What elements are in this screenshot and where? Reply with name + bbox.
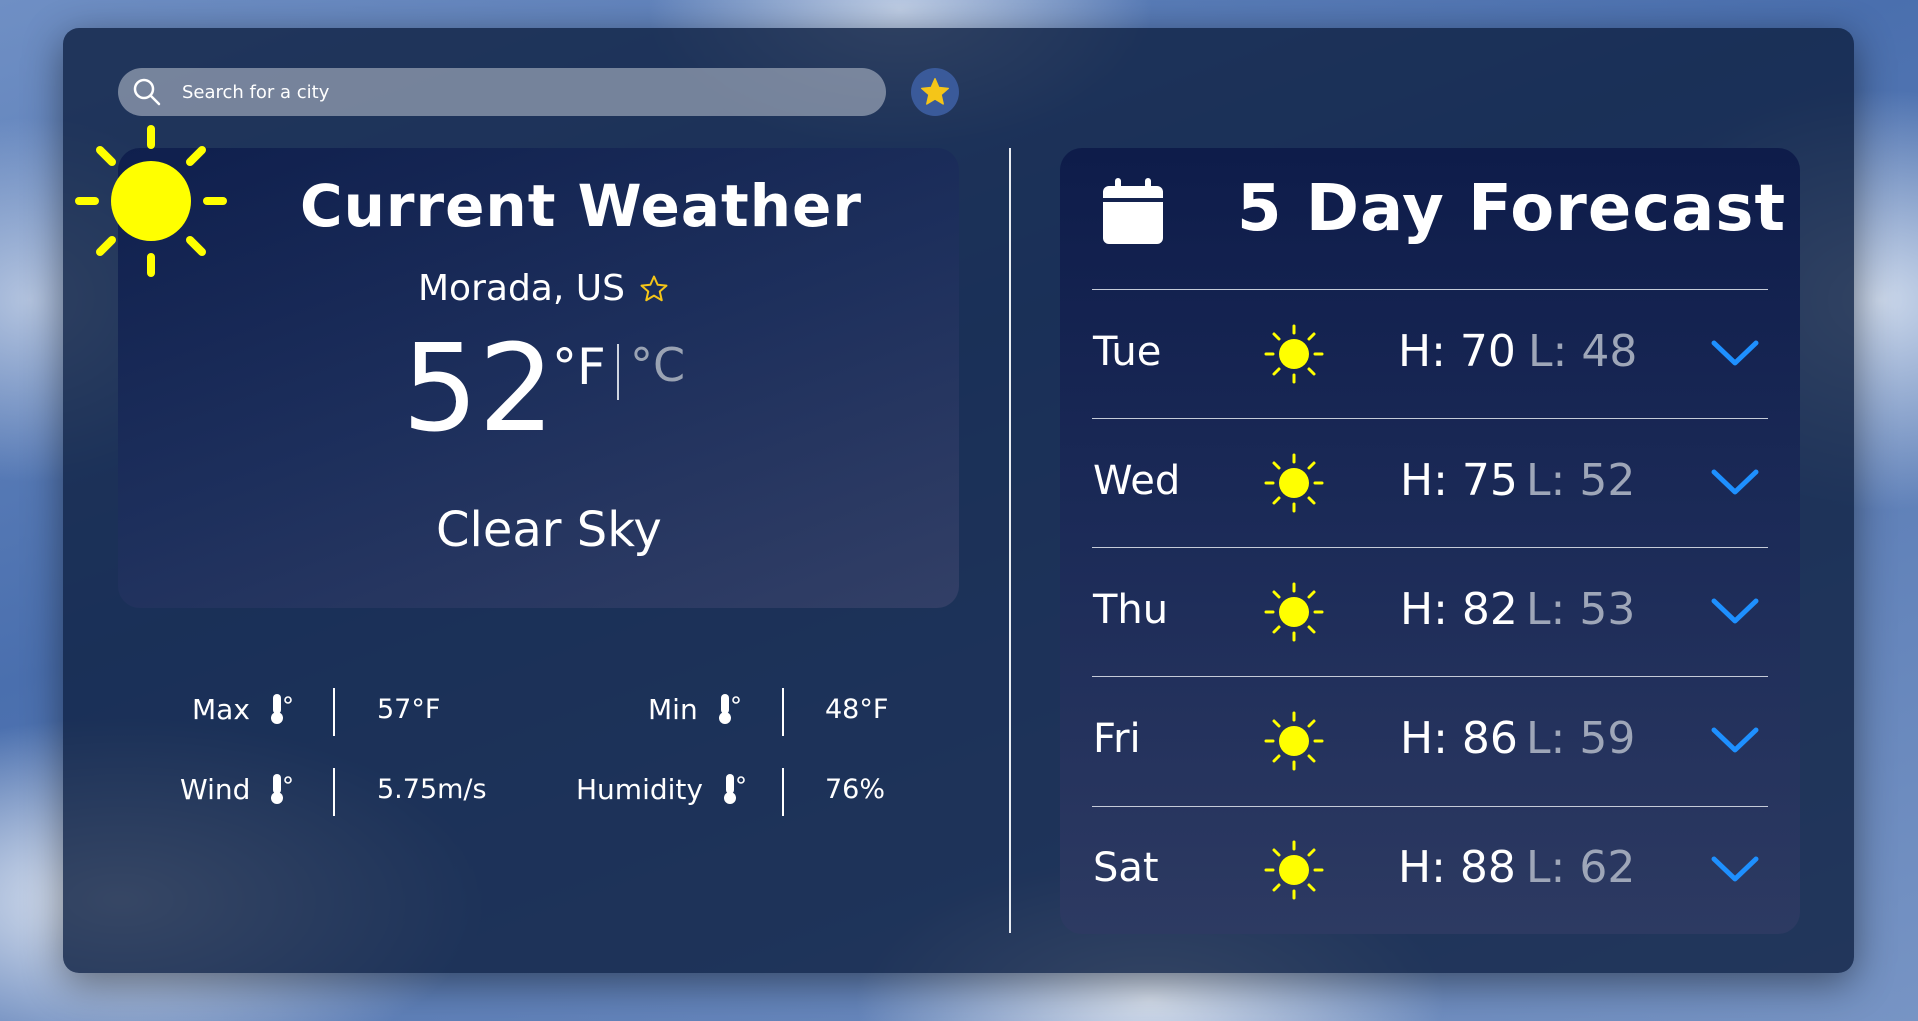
forecast-high: H: 86 — [1400, 713, 1518, 764]
search-bar[interactable] — [118, 67, 886, 117]
forecast-low: L: 59 — [1526, 713, 1636, 764]
sun-icon — [1264, 711, 1324, 771]
forecast-day: Wed — [1093, 458, 1181, 504]
stat-wind-label: Wind — [180, 772, 294, 806]
row-divider — [1092, 289, 1768, 290]
stat-min-text: Min — [648, 692, 698, 726]
forecast-day: Thu — [1093, 587, 1169, 633]
stat-humidity-label: Humidity — [576, 772, 747, 806]
forecast-day: Sat — [1093, 845, 1159, 891]
row-divider — [1092, 547, 1768, 548]
sun-icon — [1264, 840, 1324, 900]
stat-separator — [333, 688, 335, 736]
stat-separator — [333, 768, 335, 816]
chevron-down-icon[interactable] — [1710, 724, 1760, 754]
forecast-low: L: 52 — [1526, 455, 1636, 506]
forecast-low: L: 48 — [1528, 326, 1638, 377]
weather-description: Clear Sky — [436, 502, 662, 558]
vertical-divider — [1009, 148, 1011, 933]
stat-min-label: Min — [648, 692, 742, 726]
search-input[interactable] — [180, 67, 886, 117]
row-divider — [1092, 676, 1768, 677]
star-outline-icon[interactable] — [639, 274, 669, 304]
forecast-high: H: 70 — [1398, 326, 1516, 377]
stat-max-label: Max — [192, 692, 294, 726]
current-weather-title: Current Weather — [300, 172, 862, 240]
stat-max-text: Max — [192, 692, 250, 726]
forecast-title: 5 Day Forecast — [1237, 172, 1787, 246]
stat-humidity-text: Humidity — [576, 772, 703, 806]
forecast-low: L: 53 — [1526, 584, 1636, 635]
stat-wind-value: 5.75m/s — [377, 774, 487, 805]
stat-min-value: 48°F — [825, 694, 889, 725]
stat-max-value: 57°F — [377, 694, 441, 725]
sun-icon — [1264, 582, 1324, 642]
forecast-day: Fri — [1093, 716, 1141, 762]
forecast-high: H: 82 — [1400, 584, 1518, 635]
stat-separator — [782, 768, 784, 816]
forecast-day: Tue — [1093, 329, 1162, 375]
forecast-card — [1060, 148, 1800, 934]
row-divider — [1092, 418, 1768, 419]
sun-icon — [1264, 324, 1324, 384]
calendar-icon — [1103, 178, 1163, 244]
sun-icon — [1264, 453, 1324, 513]
thermometer-icon — [271, 774, 293, 804]
stat-humidity-value: 76% — [825, 774, 886, 805]
forecast-high: H: 75 — [1400, 455, 1518, 506]
forecast-high: H: 88 — [1398, 842, 1516, 893]
thermometer-icon — [723, 774, 745, 804]
chevron-down-icon[interactable] — [1710, 466, 1760, 496]
chevron-down-icon[interactable] — [1710, 595, 1760, 625]
forecast-low: L: 62 — [1526, 842, 1636, 893]
chevron-down-icon[interactable] — [1710, 853, 1760, 883]
chevron-down-icon[interactable] — [1710, 337, 1760, 367]
unit-separator — [617, 344, 619, 400]
favorites-button[interactable] — [911, 68, 959, 116]
thermometer-icon — [718, 694, 740, 724]
sun-icon — [75, 125, 227, 277]
unit-fahrenheit-toggle[interactable]: °F — [552, 338, 606, 396]
star-icon — [921, 78, 949, 105]
thermometer-icon — [270, 694, 292, 724]
search-icon[interactable] — [132, 77, 162, 107]
row-divider — [1092, 806, 1768, 807]
location-label: Morada, US — [418, 268, 625, 309]
unit-celsius-toggle[interactable]: °C — [630, 338, 685, 392]
stat-separator — [782, 688, 784, 736]
current-temperature: 52 — [402, 320, 555, 459]
stat-wind-text: Wind — [180, 772, 251, 806]
location: Morada, US — [418, 268, 669, 309]
